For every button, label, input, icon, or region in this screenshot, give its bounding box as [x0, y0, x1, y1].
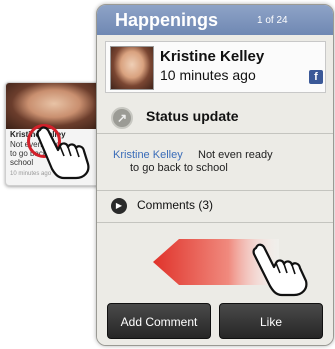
swipe-hand-icon [252, 243, 308, 297]
status-title: Status update [146, 108, 239, 124]
widget-title: Happenings [115, 10, 219, 30]
play-icon[interactable]: ▶ [111, 198, 127, 214]
facebook-icon: f [309, 70, 323, 84]
widget-header: Happenings 1 of 24 [97, 5, 333, 35]
divider [97, 190, 333, 191]
post-timestamp: 10 minutes ago [160, 67, 256, 83]
post-header[interactable]: Kristine Kelley 10 minutes ago f [105, 41, 326, 93]
item-counter: 1 of 24 [257, 15, 288, 26]
divider [97, 222, 333, 223]
arrow-up-right-icon: ↗ [111, 107, 133, 129]
post-author-name: Kristine Kelley [160, 48, 265, 65]
message-text-line1: Not even ready [198, 149, 273, 161]
add-comment-button[interactable]: Add Comment [107, 303, 211, 339]
tap-hand-icon [36, 126, 90, 180]
like-button[interactable]: Like [219, 303, 323, 339]
thumbnail-photo [6, 83, 102, 129]
message-author-link[interactable]: Kristine Kelley [113, 149, 183, 161]
divider [97, 133, 333, 134]
message-text-line2: to go back to school [130, 162, 228, 174]
avatar [110, 46, 154, 90]
comments-toggle[interactable]: Comments (3) [137, 198, 213, 212]
